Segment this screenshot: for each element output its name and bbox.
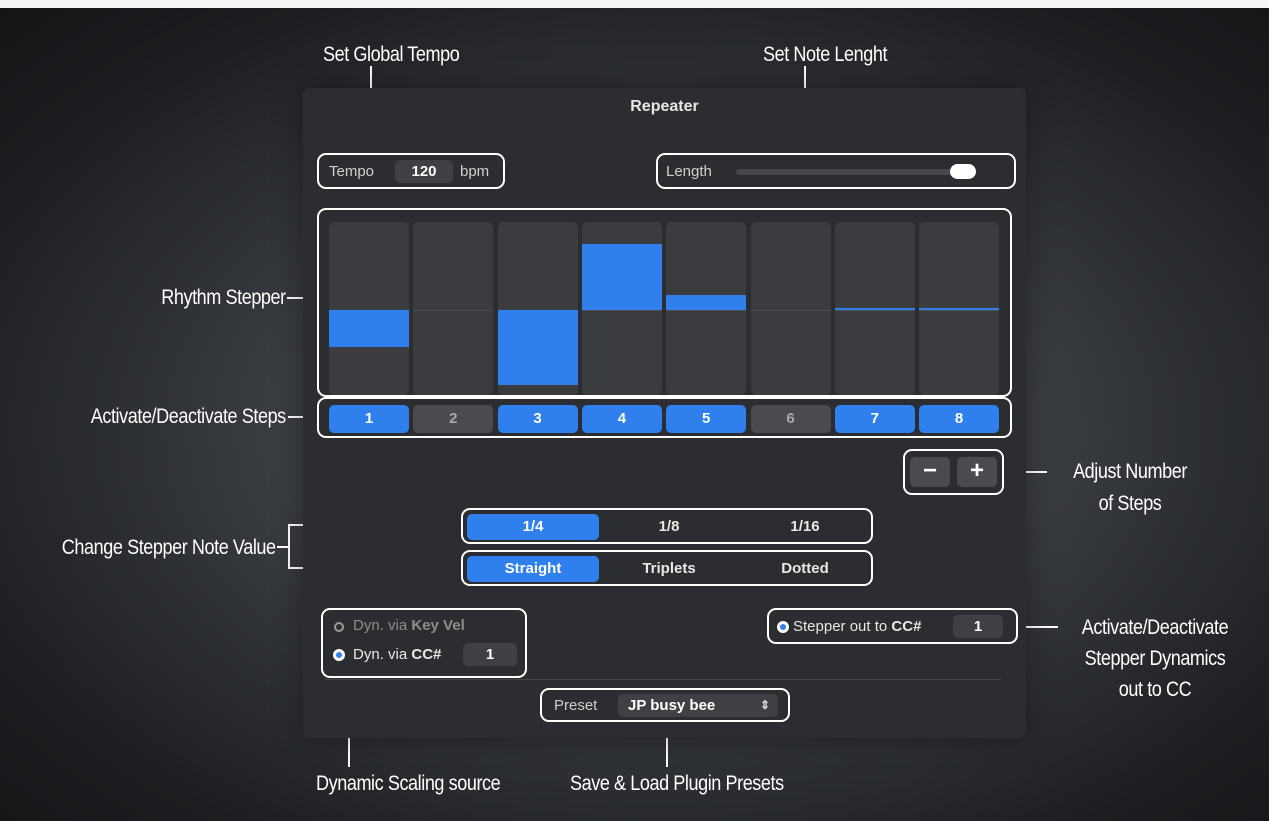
stepper-column[interactable] — [497, 222, 578, 395]
annotation-set-note-length: Set Note Lenght — [763, 43, 888, 66]
step-toggle-6[interactable]: 6 — [750, 405, 831, 433]
stepper-value-bar[interactable] — [919, 308, 1000, 310]
annotation-adjust-steps-line1: Adjust Number — [1073, 460, 1187, 483]
note_value-option-1-16[interactable]: 1/16 — [739, 514, 871, 540]
updown-chevron-icon: ⇕ — [759, 698, 770, 712]
dyn-cc-label[interactable]: Dyn. via CC# — [353, 646, 441, 663]
step-buttons: 12345678 — [317, 397, 1012, 438]
annotation-dynamics-line1: Activate/Deactivate — [1081, 616, 1229, 639]
annotation-rhythm-stepper: Rhythm Stepper — [161, 286, 287, 309]
step-toggle-5[interactable]: 5 — [666, 405, 747, 433]
stepper-value-bar[interactable] — [834, 308, 915, 310]
stepper-center-line — [413, 310, 494, 311]
preset-label: Preset — [554, 697, 598, 714]
rhythm-stepper — [317, 208, 1012, 397]
tempo-input[interactable]: 120 — [395, 160, 453, 183]
stepper-value-bar[interactable] — [666, 295, 747, 310]
note_value-option-1-8[interactable]: 1/8 — [603, 514, 735, 540]
stepper-out-cc: Stepper out to CC# 1 — [767, 608, 1018, 644]
annotation-activate-steps: Activate/Deactivate Steps — [90, 405, 286, 428]
note_value-option-1-4[interactable]: 1/4 — [467, 514, 599, 540]
stepper-center-line — [919, 310, 1000, 311]
stepper-column[interactable] — [666, 222, 747, 395]
step-toggle-1[interactable]: 1 — [329, 405, 409, 433]
dyn-key-vel-bold: Key Vel — [411, 617, 465, 634]
stepper-column[interactable] — [413, 222, 494, 395]
stepper-value-bar[interactable] — [581, 244, 662, 310]
stepper-center-line — [834, 310, 915, 311]
step-toggle-3[interactable]: 3 — [497, 405, 578, 433]
step-count-control: − + — [903, 449, 1004, 495]
stepper-column[interactable] — [834, 222, 915, 395]
note-type-selector: Straight Triplets Dotted — [461, 550, 873, 586]
dyn-cc-radio[interactable] — [333, 649, 345, 661]
tempo-unit: bpm — [460, 163, 490, 180]
preset-value: JP busy bee — [628, 697, 716, 714]
annotation-set-global-tempo: Set Global Tempo — [323, 43, 460, 66]
stepper-out-bold: CC# — [891, 618, 922, 635]
annotation-dynamics-line2: Stepper Dynamics — [1084, 647, 1226, 670]
stepper-center-line — [666, 310, 747, 311]
stepper-column[interactable] — [919, 222, 1000, 395]
annotation-dynamics-line3: out to CC — [1118, 678, 1192, 701]
stepper-column[interactable] — [750, 222, 831, 395]
add-step-button[interactable]: + — [957, 457, 997, 487]
annotation-adjust-steps-line2: of Steps — [1098, 492, 1162, 515]
length-label: Length — [666, 163, 712, 180]
preset-select[interactable]: JP busy bee ⇕ — [618, 694, 778, 717]
dyn-key-vel-label[interactable]: Dyn. via Key Vel — [353, 617, 465, 634]
annotation-dynamic-scaling: Dynamic Scaling source — [316, 772, 501, 795]
note_type-option-triplets[interactable]: Triplets — [603, 556, 735, 582]
step-toggle-7[interactable]: 7 — [834, 405, 915, 433]
stepper-value-bar[interactable] — [329, 310, 409, 347]
dyn-cc-bold: CC# — [411, 646, 442, 663]
stepper-center-line — [750, 310, 831, 311]
panel-title: Repeater — [630, 98, 699, 115]
tempo-control: Tempo 120 bpm — [317, 153, 505, 189]
stepper-center-line — [581, 310, 662, 311]
stepper-value-bar[interactable] — [497, 310, 578, 385]
length-slider-track[interactable] — [736, 169, 976, 175]
tempo-label: Tempo — [329, 163, 375, 180]
remove-step-button[interactable]: − — [910, 457, 950, 487]
stepper-out-cc-input[interactable]: 1 — [953, 615, 1003, 638]
dynamics-source: Dyn. via Key Vel Dyn. via CC# 1 — [321, 608, 527, 678]
dyn-key-vel-radio[interactable] — [334, 622, 344, 632]
dyn-cc-input[interactable]: 1 — [463, 643, 517, 666]
note-value-selector: 1/4 1/8 1/16 — [461, 508, 873, 544]
stepper-column[interactable] — [329, 222, 409, 395]
note_type-option-dotted[interactable]: Dotted — [739, 556, 871, 582]
annotation-change-note-value: Change Stepper Note Value — [62, 536, 276, 559]
step-toggle-8[interactable]: 8 — [919, 405, 1000, 433]
step-toggle-4[interactable]: 4 — [581, 405, 662, 433]
note_type-option-straight[interactable]: Straight — [467, 556, 599, 582]
step-toggle-2[interactable]: 2 — [413, 405, 494, 433]
length-control: Length — [656, 153, 1016, 189]
stepper-out-label[interactable]: Stepper out to CC# — [793, 618, 921, 635]
stepper-out-radio[interactable] — [777, 621, 789, 633]
preset-control: Preset JP busy bee ⇕ — [540, 688, 790, 722]
length-slider-knob[interactable] — [950, 164, 976, 179]
panel-divider — [325, 679, 1001, 680]
stepper-column[interactable] — [581, 222, 662, 395]
annotation-presets: Save & Load Plugin Presets — [570, 772, 784, 795]
